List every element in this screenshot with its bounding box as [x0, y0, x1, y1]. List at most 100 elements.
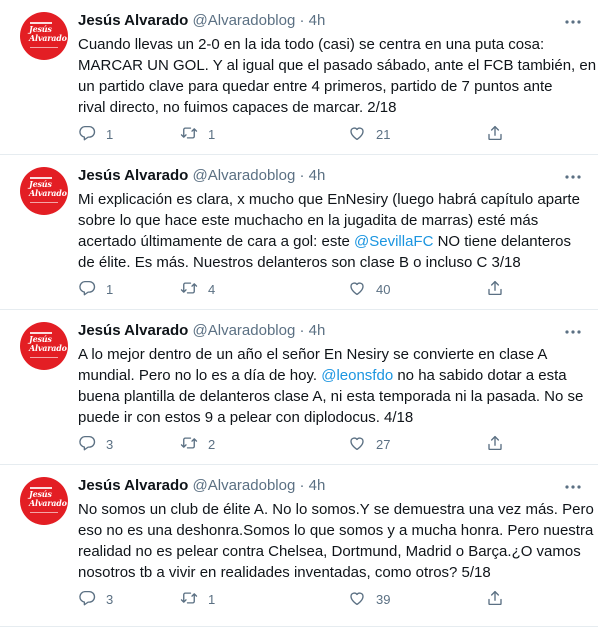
retweet-button[interactable]: 1	[180, 123, 215, 145]
retweet-icon[interactable]	[180, 434, 198, 455]
reply-button[interactable]: 3	[78, 588, 113, 610]
tweet[interactable]: Jesús Alvarado Jesús Alvarado @Alvaradoblo…	[0, 0, 598, 155]
author-name[interactable]: Jesús Alvarado	[78, 167, 188, 184]
separator-dot: ·	[299, 477, 305, 494]
more-icon[interactable]	[562, 324, 584, 340]
tweet[interactable]: Jesús Alvarado Jesús Alvarado @Alvaradoblo…	[0, 310, 598, 465]
separator-dot: ·	[299, 322, 305, 339]
text-segment: nosotros tb a vivir en realidades invent…	[78, 564, 491, 581]
avatar-underline	[30, 512, 58, 513]
tweet-text-line: mundial. Pero no lo es a día de hoy. @le…	[78, 365, 590, 386]
like-icon[interactable]	[348, 279, 366, 300]
text-segment: un partido clave para quedar entre 4 pri…	[78, 78, 553, 95]
tweet-text-line: eso no es una deshonra.Somos lo que somo…	[78, 520, 593, 541]
text-segment: No somos un club de élite A. No lo somos…	[78, 501, 594, 518]
reply-button[interactable]: 1	[78, 278, 113, 300]
tweet-header: Jesús Alvarado @Alvaradoblog · 4h	[78, 10, 325, 32]
share-icon[interactable]	[486, 124, 504, 145]
text-segment: Cuando llevas un 2-0 en la ida todo (cas…	[78, 36, 545, 53]
mention-link[interactable]: @leonsfdo	[321, 367, 393, 384]
avatar-logo-text: Jesús Alvarado	[29, 179, 67, 198]
avatar[interactable]: Jesús Alvarado	[20, 167, 68, 215]
share-button[interactable]	[486, 278, 504, 300]
avatar-underline	[30, 47, 58, 48]
retweet-button[interactable]: 4	[180, 278, 215, 300]
retweet-icon[interactable]	[180, 589, 198, 610]
reply-count: 3	[106, 591, 114, 607]
tweet-text-line: rival directo, no fuimos capaces de marc…	[78, 97, 590, 118]
share-button[interactable]	[486, 588, 504, 610]
avatar-logo-text: Jesús Alvarado	[29, 489, 67, 508]
timestamp[interactable]: 4h	[309, 477, 326, 494]
author-name[interactable]: Jesús Alvarado	[78, 477, 188, 494]
more-icon[interactable]	[562, 169, 584, 185]
reply-icon[interactable]	[78, 434, 96, 455]
tweet-text-line: puede ir con estos 9 a pelear con diplod…	[78, 407, 590, 428]
tweet-header: Jesús Alvarado @Alvaradoblog · 4h	[78, 320, 325, 342]
avatar[interactable]: Jesús Alvarado	[20, 477, 68, 525]
like-icon[interactable]	[348, 434, 366, 455]
avatar-underline	[30, 202, 58, 203]
retweet-count: 1	[208, 591, 216, 607]
like-count: 39	[376, 591, 391, 607]
reply-count: 1	[106, 281, 114, 297]
share-button[interactable]	[486, 123, 504, 145]
author-name[interactable]: Jesús Alvarado	[78, 322, 188, 339]
author-handle[interactable]: @Alvaradoblog	[193, 477, 296, 494]
text-segment: mundial. Pero no lo es a día de hoy.	[78, 367, 322, 384]
like-button[interactable]: 27	[348, 433, 390, 455]
text-segment: acertado últimamente de cara a gol: este	[78, 233, 354, 250]
avatar[interactable]: Jesús Alvarado	[20, 12, 68, 60]
separator-dot: ·	[299, 12, 305, 29]
avatar-logo-text: Jesús Alvarado	[29, 24, 67, 43]
timestamp[interactable]: 4h	[309, 322, 326, 339]
tweet-text-line: acertado últimamente de cara a gol: este…	[78, 231, 590, 252]
more-icon[interactable]	[562, 479, 584, 495]
text-segment: rival directo, no fuimos capaces de marc…	[78, 99, 397, 116]
share-icon[interactable]	[486, 434, 504, 455]
avatar-underline	[30, 357, 58, 358]
retweet-icon[interactable]	[180, 124, 198, 145]
tweet-text-line: No somos un club de élite A. No lo somos…	[78, 499, 594, 520]
share-button[interactable]	[486, 433, 504, 455]
tweet-actions: 3 2 27	[78, 433, 518, 455]
text-segment: A lo mejor dentro de un año el señor En …	[78, 346, 548, 363]
retweet-icon[interactable]	[180, 279, 198, 300]
like-count: 27	[376, 436, 391, 452]
author-name[interactable]: Jesús Alvarado	[78, 12, 188, 29]
tweet[interactable]: Jesús Alvarado Jesús Alvarado @Alvaradoblo…	[0, 155, 598, 310]
tweet-text-line: nosotros tb a vivir en realidades invent…	[78, 562, 590, 583]
author-handle[interactable]: @Alvaradoblog	[193, 12, 296, 29]
author-handle[interactable]: @Alvaradoblog	[193, 322, 296, 339]
share-icon[interactable]	[486, 589, 504, 610]
like-button[interactable]: 40	[348, 278, 390, 300]
share-icon[interactable]	[486, 279, 504, 300]
retweet-count: 1	[208, 126, 216, 142]
like-button[interactable]: 39	[348, 588, 390, 610]
tweet-actions: 3 1 39	[78, 588, 518, 610]
reply-icon[interactable]	[78, 279, 96, 300]
text-segment: realidad no es pelear contra Chelsea, Do…	[78, 543, 581, 560]
author-handle[interactable]: @Alvaradoblog	[193, 167, 296, 184]
text-segment: NO tiene delanteros	[433, 233, 571, 250]
reply-icon[interactable]	[78, 589, 96, 610]
tweet-text-line: un partido clave para quedar entre 4 pri…	[78, 76, 590, 97]
like-icon[interactable]	[348, 124, 366, 145]
timestamp[interactable]: 4h	[309, 12, 326, 29]
text-segment: buena plantilla de delanteros clase A, n…	[78, 388, 584, 405]
mention-link[interactable]: @SevillaFC	[354, 233, 433, 250]
retweet-button[interactable]: 1	[180, 588, 215, 610]
timestamp[interactable]: 4h	[309, 167, 326, 184]
retweet-button[interactable]: 2	[180, 433, 215, 455]
like-count: 40	[376, 281, 391, 297]
more-icon[interactable]	[562, 14, 584, 30]
like-icon[interactable]	[348, 589, 366, 610]
retweet-count: 2	[208, 436, 216, 452]
reply-button[interactable]: 1	[78, 123, 113, 145]
like-button[interactable]: 21	[348, 123, 390, 145]
reply-button[interactable]: 3	[78, 433, 113, 455]
reply-icon[interactable]	[78, 124, 96, 145]
tweet[interactable]: Jesús Alvarado Jesús Alvarado @Alvaradoblo…	[0, 465, 598, 627]
avatar[interactable]: Jesús Alvarado	[20, 322, 68, 370]
text-segment: de élite. Es más. Nuestros delanteros so…	[78, 254, 521, 271]
